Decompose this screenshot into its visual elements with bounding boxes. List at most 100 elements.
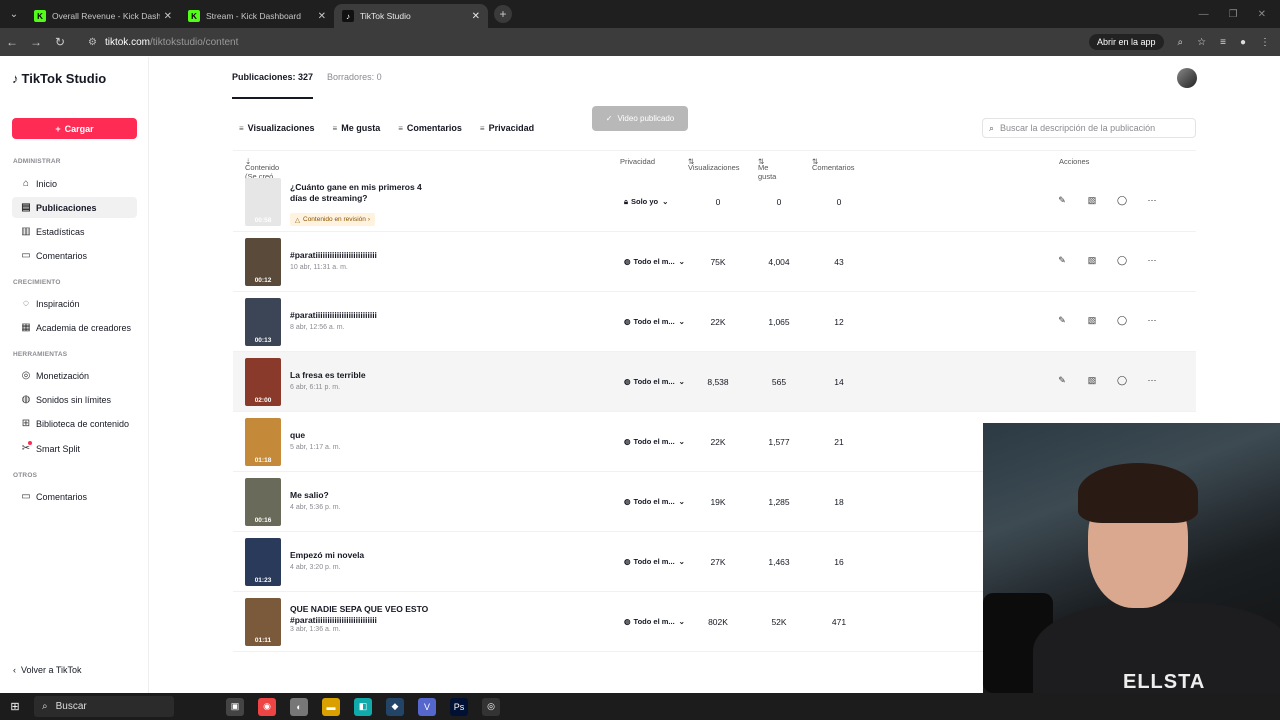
video-thumbnail[interactable]: 00:16 bbox=[245, 478, 281, 526]
post-title[interactable]: La fresa es terrible bbox=[290, 370, 430, 381]
filter-views[interactable]: ≡ Visualizaciones bbox=[233, 119, 321, 137]
comment-icon[interactable]: ◯ bbox=[1115, 255, 1129, 266]
sidebar-item-comments[interactable]: ▭ Comentarios bbox=[12, 245, 137, 266]
privacy-select[interactable]: ◍ Todo el m... ⌄ bbox=[624, 377, 685, 386]
sidebar-item-home[interactable]: ⌂ Inicio bbox=[12, 173, 137, 194]
filter-privacy[interactable]: ≡ Privacidad bbox=[473, 119, 541, 137]
chrome-icon[interactable]: ◉ bbox=[258, 697, 276, 716]
sidebar-item-academy[interactable]: ▦ Academia de creadores bbox=[12, 317, 137, 338]
app-icon[interactable]: ◆ bbox=[386, 697, 404, 716]
back-to-tiktok-link[interactable]: ‹ Volver a TikTok bbox=[13, 665, 82, 675]
col-views[interactable]: Visualizaciones ⇅ bbox=[688, 157, 740, 172]
more-options-icon[interactable]: ⋯ bbox=[1145, 255, 1159, 266]
site-info-icon[interactable]: ⚙ bbox=[88, 37, 97, 48]
more-options-icon[interactable]: ⋯ bbox=[1145, 315, 1159, 326]
app-icon[interactable]: V bbox=[418, 697, 436, 716]
minimize-icon[interactable]: — bbox=[1199, 9, 1209, 20]
table-row[interactable]: 02:00 La fresa es terrible 6 abr, 6:11 p. … bbox=[233, 352, 1196, 412]
app-icon[interactable]: ◧ bbox=[354, 697, 372, 716]
file-explorer-icon[interactable]: ▬ bbox=[322, 697, 340, 716]
url-field[interactable]: ⚙ tiktok.com/tiktokstudio/content bbox=[82, 32, 1262, 52]
maximize-icon[interactable]: ❐ bbox=[1229, 9, 1238, 20]
browser-tab-3[interactable]: ♪ TikTok Studio ✕ bbox=[334, 4, 488, 28]
more-options-icon[interactable]: ⋯ bbox=[1145, 375, 1159, 386]
col-comments[interactable]: Comentarios ⇅ bbox=[812, 157, 855, 172]
review-badge[interactable]: △ Contenido en revisión › bbox=[290, 213, 376, 226]
analytics-icon[interactable]: ▧ bbox=[1085, 375, 1099, 386]
forward-icon[interactable]: → bbox=[24, 35, 48, 49]
privacy-select[interactable]: ◍ Todo el m... ⌄ bbox=[624, 437, 685, 446]
comment-icon[interactable]: ◯ bbox=[1115, 375, 1129, 386]
tiktok-studio-logo[interactable]: ♪ TikTok Studio bbox=[12, 71, 106, 86]
close-window-icon[interactable]: ✕ bbox=[1258, 9, 1266, 20]
video-thumbnail[interactable]: 01:23 bbox=[245, 538, 281, 586]
video-thumbnail[interactable]: 00:12 bbox=[245, 238, 281, 286]
privacy-select[interactable]: 🔒︎ Solo yo ⌄ bbox=[624, 197, 668, 207]
video-thumbnail[interactable]: 02:00 bbox=[245, 358, 281, 406]
post-title[interactable]: ¿Cuánto gane en mis primeros 4 días de s… bbox=[290, 182, 430, 204]
col-likes[interactable]: Me gusta ⇅ bbox=[758, 157, 776, 181]
analytics-icon[interactable]: ▧ bbox=[1085, 255, 1099, 266]
sidebar-item-comments-2[interactable]: ▭ Comentarios bbox=[12, 486, 137, 507]
post-title[interactable]: Empezó mi novela bbox=[290, 550, 430, 561]
more-options-icon[interactable]: ⋯ bbox=[1145, 195, 1159, 206]
table-row[interactable]: 00:12 #paratiiiiiiiiiiiiiiiiiiiiiiiiii 10 … bbox=[233, 232, 1196, 292]
post-title[interactable]: QUE NADIE SEPA QUE VEO ESTO #paratiiiiii… bbox=[290, 604, 430, 626]
sidebar-item-inspiration[interactable]: ◌ Inspiración bbox=[12, 293, 137, 314]
sidebar-item-smartsplit[interactable]: ✂ Smart Split bbox=[12, 438, 137, 459]
sidebar-item-library[interactable]: ⊞ Biblioteca de contenido bbox=[12, 413, 137, 434]
sidebar-item-posts[interactable]: ▤ Publicaciones bbox=[12, 197, 137, 218]
edit-icon[interactable]: ✎ bbox=[1055, 195, 1069, 206]
filter-likes[interactable]: ≡ Me gusta bbox=[326, 119, 387, 137]
video-thumbnail[interactable]: 00:58 bbox=[245, 178, 281, 226]
menu-dots-icon[interactable]: ⋮ bbox=[1260, 37, 1270, 48]
tab-drafts[interactable]: Borradores: 0 bbox=[327, 72, 382, 99]
back-icon[interactable]: ← bbox=[0, 35, 24, 49]
comment-icon[interactable]: ◯ bbox=[1115, 195, 1129, 206]
avatar[interactable] bbox=[1177, 68, 1197, 88]
table-row[interactable]: 00:13 #paratiiiiiiiiiiiiiiiiiiiiiiiiii 8 a… bbox=[233, 292, 1196, 352]
video-thumbnail[interactable]: 01:11 bbox=[245, 598, 281, 646]
table-row[interactable]: 00:58 ¿Cuánto gane en mis primeros 4 días… bbox=[233, 172, 1196, 232]
comment-icon[interactable]: ◯ bbox=[1115, 315, 1129, 326]
col-content[interactable]: Contenido (Se creó el) ⇣ bbox=[245, 157, 279, 190]
windows-start-icon[interactable]: ⊞ bbox=[0, 700, 30, 713]
privacy-select[interactable]: ◍ Todo el m... ⌄ bbox=[624, 317, 685, 326]
obs-icon[interactable]: ◎ bbox=[482, 697, 500, 716]
reload-icon[interactable]: ↻ bbox=[48, 35, 72, 49]
browser-tab-1[interactable]: K Overall Revenue - Kick Dashboard ✕ bbox=[26, 4, 180, 28]
new-tab-icon[interactable]: + bbox=[494, 5, 512, 23]
app-icon[interactable]: ◐ bbox=[290, 697, 308, 716]
close-icon[interactable]: ✕ bbox=[472, 11, 480, 22]
bookmark-star-icon[interactable]: ☆ bbox=[1197, 37, 1206, 48]
analytics-icon[interactable]: ▧ bbox=[1085, 195, 1099, 206]
taskbar-search[interactable]: ⌕ Buscar bbox=[34, 696, 174, 717]
open-in-app-button[interactable]: Abrir en la app bbox=[1088, 34, 1164, 50]
task-view-icon[interactable]: ▣ bbox=[226, 697, 244, 716]
edit-icon[interactable]: ✎ bbox=[1055, 255, 1069, 266]
browser-tab-2[interactable]: K Stream - Kick Dashboard ✕ bbox=[180, 4, 334, 28]
privacy-select[interactable]: ◍ Todo el m... ⌄ bbox=[624, 497, 685, 506]
video-thumbnail[interactable]: 00:13 bbox=[245, 298, 281, 346]
filter-comments[interactable]: ≡ Comentarios bbox=[392, 119, 468, 137]
video-thumbnail[interactable]: 01:18 bbox=[245, 418, 281, 466]
tab-search-icon[interactable]: ⌄ bbox=[2, 2, 26, 26]
privacy-select[interactable]: ◍ Todo el m... ⌄ bbox=[624, 257, 685, 266]
post-title[interactable]: Me salio? bbox=[290, 490, 430, 501]
zoom-icon[interactable]: ⌕ bbox=[1178, 37, 1184, 48]
tab-posts[interactable]: Publicaciones: 327 bbox=[232, 72, 314, 99]
sidebar-item-sounds[interactable]: ◍ Sonidos sin límites bbox=[12, 389, 137, 410]
sidebar-item-stats[interactable]: ▥ Estadísticas bbox=[12, 221, 137, 242]
photoshop-icon[interactable]: Ps bbox=[450, 697, 468, 716]
search-input[interactable]: ⌕ Buscar la descripción de la publicació… bbox=[982, 118, 1196, 138]
privacy-select[interactable]: ◍ Todo el m... ⌄ bbox=[624, 557, 685, 566]
close-icon[interactable]: ✕ bbox=[318, 11, 326, 22]
post-title[interactable]: #paratiiiiiiiiiiiiiiiiiiiiiiiiii bbox=[290, 310, 430, 321]
post-title[interactable]: #paratiiiiiiiiiiiiiiiiiiiiiiiiii bbox=[290, 250, 430, 261]
media-icon[interactable]: ≡ bbox=[1220, 37, 1226, 48]
profile-icon[interactable]: ● bbox=[1240, 37, 1246, 48]
upload-button[interactable]: + Cargar bbox=[12, 118, 137, 139]
analytics-icon[interactable]: ▧ bbox=[1085, 315, 1099, 326]
post-title[interactable]: que bbox=[290, 430, 430, 441]
edit-icon[interactable]: ✎ bbox=[1055, 375, 1069, 386]
